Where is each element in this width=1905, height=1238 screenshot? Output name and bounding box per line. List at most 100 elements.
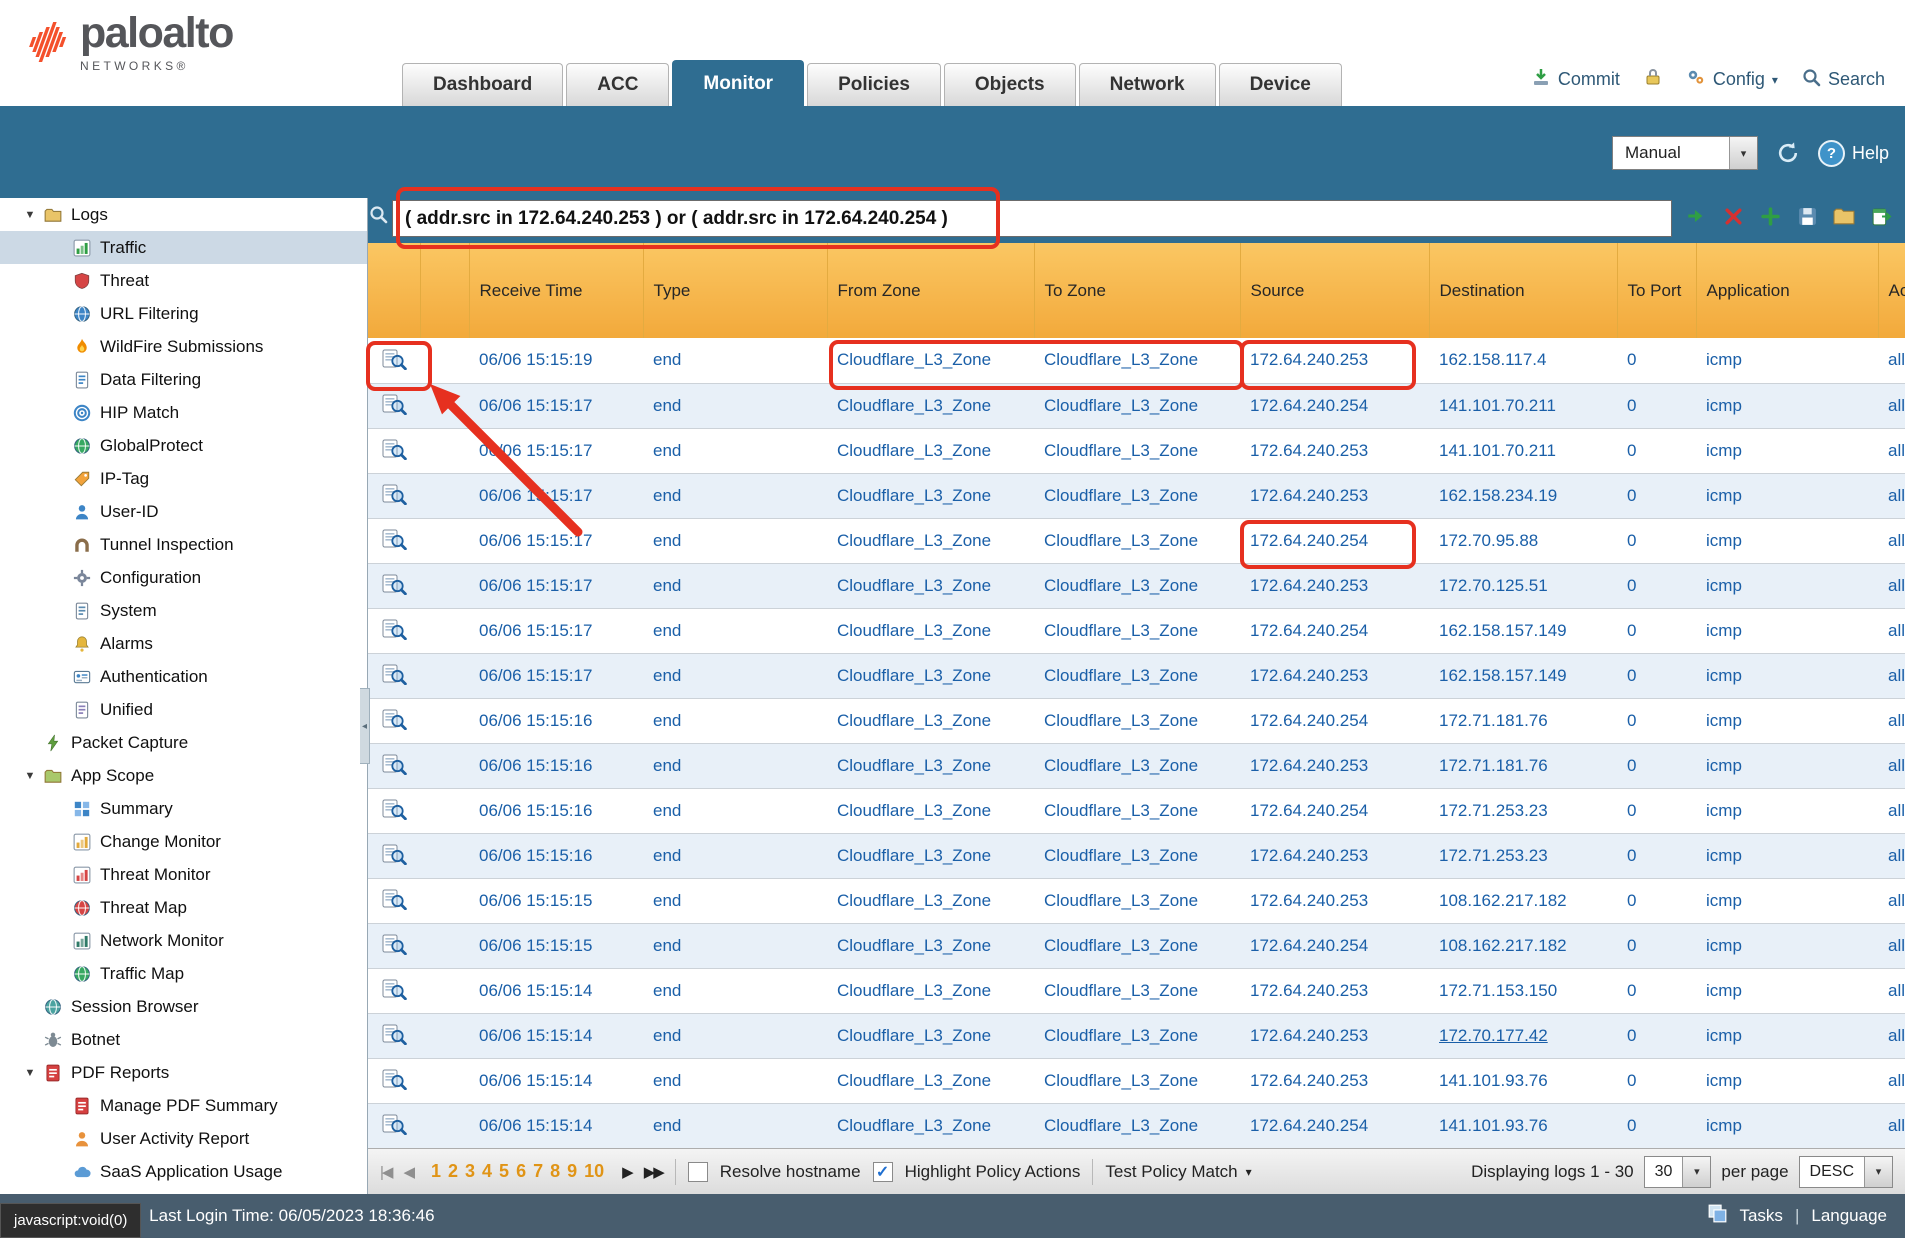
cell-to-port[interactable]: 0: [1617, 788, 1696, 833]
page-8[interactable]: 8: [550, 1161, 560, 1182]
cell-application[interactable]: icmp: [1696, 383, 1878, 428]
cell-to-port[interactable]: 0: [1617, 833, 1696, 878]
export-csv-button[interactable]: [1867, 202, 1895, 230]
sidebar-item-change-monitor[interactable]: Change Monitor: [0, 825, 367, 858]
cell-to-zone[interactable]: Cloudflare_L3_Zone: [1034, 473, 1240, 518]
sidebar-item-threat[interactable]: Threat: [0, 264, 367, 297]
cell-source[interactable]: 172.64.240.253: [1240, 878, 1429, 923]
cell-to-zone[interactable]: Cloudflare_L3_Zone: [1034, 518, 1240, 563]
cell-destination[interactable]: 108.162.217.182: [1429, 923, 1617, 968]
cell-to-zone[interactable]: Cloudflare_L3_Zone: [1034, 698, 1240, 743]
tasks-link[interactable]: Tasks: [1739, 1206, 1782, 1226]
log-detail-icon[interactable]: [382, 895, 407, 914]
cell-destination[interactable]: 172.71.153.150: [1429, 968, 1617, 1013]
cell-action[interactable]: allow: [1878, 968, 1905, 1013]
cell-from-zone[interactable]: Cloudflare_L3_Zone: [827, 383, 1034, 428]
cell-to-zone[interactable]: Cloudflare_L3_Zone: [1034, 608, 1240, 653]
cell-to-port[interactable]: 0: [1617, 473, 1696, 518]
cell-receive-time[interactable]: 06/06 15:15:14: [469, 968, 643, 1013]
sidebar-collapse-handle[interactable]: ◂: [360, 688, 370, 764]
cell-action[interactable]: allow: [1878, 923, 1905, 968]
cell-receive-time[interactable]: 06/06 15:15:15: [469, 878, 643, 923]
filter-magnifier-icon[interactable]: [369, 205, 388, 229]
cell-source[interactable]: 172.64.240.253: [1240, 653, 1429, 698]
cell-source[interactable]: 172.64.240.253: [1240, 743, 1429, 788]
commit-button[interactable]: Commit: [1531, 67, 1620, 92]
cell-receive-time[interactable]: 06/06 15:15:17: [469, 653, 643, 698]
column-header-type[interactable]: Type: [643, 243, 827, 338]
cell-source[interactable]: 172.64.240.253: [1240, 968, 1429, 1013]
log-detail-icon[interactable]: [382, 400, 407, 419]
cell-source[interactable]: 172.64.240.253: [1240, 563, 1429, 608]
cell-from-zone[interactable]: Cloudflare_L3_Zone: [827, 653, 1034, 698]
cell-receive-time[interactable]: 06/06 15:15:17: [469, 608, 643, 653]
cell-to-zone[interactable]: Cloudflare_L3_Zone: [1034, 743, 1240, 788]
cell-to-zone[interactable]: Cloudflare_L3_Zone: [1034, 383, 1240, 428]
column-header-detail[interactable]: [368, 243, 420, 338]
cell-to-port[interactable]: 0: [1617, 563, 1696, 608]
column-header-to-port[interactable]: To Port: [1617, 243, 1696, 338]
cell-action[interactable]: allow: [1878, 473, 1905, 518]
last-page-button[interactable]: ▶▶: [644, 1163, 663, 1181]
refresh-icon[interactable]: [1774, 139, 1802, 167]
cell-to-port[interactable]: 0: [1617, 1103, 1696, 1148]
cell-application[interactable]: icmp: [1696, 653, 1878, 698]
cell-type[interactable]: end: [643, 698, 827, 743]
sidebar-item-alarms[interactable]: Alarms: [0, 627, 367, 660]
cell-type[interactable]: end: [643, 338, 827, 383]
cell-from-zone[interactable]: Cloudflare_L3_Zone: [827, 1103, 1034, 1148]
page-7[interactable]: 7: [533, 1161, 543, 1182]
cell-destination[interactable]: 141.101.70.211: [1429, 383, 1617, 428]
page-6[interactable]: 6: [516, 1161, 526, 1182]
cell-application[interactable]: icmp: [1696, 698, 1878, 743]
sidebar-item-traffic-map[interactable]: Traffic Map: [0, 957, 367, 990]
cell-application[interactable]: icmp: [1696, 1013, 1878, 1058]
cell-receive-time[interactable]: 06/06 15:15:17: [469, 473, 643, 518]
expander-icon[interactable]: ▼: [16, 209, 44, 221]
cell-type[interactable]: end: [643, 788, 827, 833]
log-detail-icon[interactable]: [382, 985, 407, 1004]
help-button[interactable]: ? Help: [1818, 140, 1889, 167]
cell-to-port[interactable]: 0: [1617, 1013, 1696, 1058]
cell-application[interactable]: icmp: [1696, 1058, 1878, 1103]
cell-from-zone[interactable]: Cloudflare_L3_Zone: [827, 698, 1034, 743]
cell-to-zone[interactable]: Cloudflare_L3_Zone: [1034, 653, 1240, 698]
cell-to-zone[interactable]: Cloudflare_L3_Zone: [1034, 968, 1240, 1013]
cell-destination[interactable]: 172.71.181.76: [1429, 743, 1617, 788]
cell-from-zone[interactable]: Cloudflare_L3_Zone: [827, 878, 1034, 923]
sidebar-item-url-filtering[interactable]: URL Filtering: [0, 297, 367, 330]
cell-application[interactable]: icmp: [1696, 968, 1878, 1013]
cell-source[interactable]: 172.64.240.254: [1240, 608, 1429, 653]
log-detail-icon[interactable]: [382, 805, 407, 824]
sort-order-select[interactable]: DESC ▾: [1799, 1156, 1893, 1188]
cell-from-zone[interactable]: Cloudflare_L3_Zone: [827, 608, 1034, 653]
cell-from-zone[interactable]: Cloudflare_L3_Zone: [827, 743, 1034, 788]
cell-application[interactable]: icmp: [1696, 608, 1878, 653]
column-header-to-zone[interactable]: To Zone: [1034, 243, 1240, 338]
cell-to-port[interactable]: 0: [1617, 923, 1696, 968]
cell-destination[interactable]: 172.70.125.51: [1429, 563, 1617, 608]
log-detail-icon[interactable]: [382, 940, 407, 959]
sidebar-item-manage-pdf-summary[interactable]: Manage PDF Summary: [0, 1089, 367, 1122]
cell-destination[interactable]: 162.158.157.149: [1429, 608, 1617, 653]
log-detail-icon[interactable]: [382, 715, 407, 734]
log-detail-icon[interactable]: [382, 535, 407, 554]
highlight-policy-checkbox[interactable]: ✓: [873, 1162, 893, 1182]
clear-filter-button[interactable]: [1719, 202, 1747, 230]
cell-to-port[interactable]: 0: [1617, 698, 1696, 743]
sidebar-item-configuration[interactable]: Configuration: [0, 561, 367, 594]
cell-from-zone[interactable]: Cloudflare_L3_Zone: [827, 563, 1034, 608]
cell-receive-time[interactable]: 06/06 15:15:16: [469, 698, 643, 743]
sidebar-item-threat-map[interactable]: Threat Map: [0, 891, 367, 924]
cell-application[interactable]: icmp: [1696, 743, 1878, 788]
cell-application[interactable]: icmp: [1696, 833, 1878, 878]
cell-application[interactable]: icmp: [1696, 473, 1878, 518]
column-header-receive-time[interactable]: Receive Time: [469, 243, 643, 338]
column-header-blank[interactable]: [420, 243, 469, 338]
sidebar-item-authentication[interactable]: Authentication: [0, 660, 367, 693]
page-2[interactable]: 2: [448, 1161, 458, 1182]
sidebar-item-unified[interactable]: Unified: [0, 693, 367, 726]
cell-source[interactable]: 172.64.240.253: [1240, 833, 1429, 878]
cell-action[interactable]: allow: [1878, 788, 1905, 833]
log-detail-icon[interactable]: [382, 355, 407, 374]
